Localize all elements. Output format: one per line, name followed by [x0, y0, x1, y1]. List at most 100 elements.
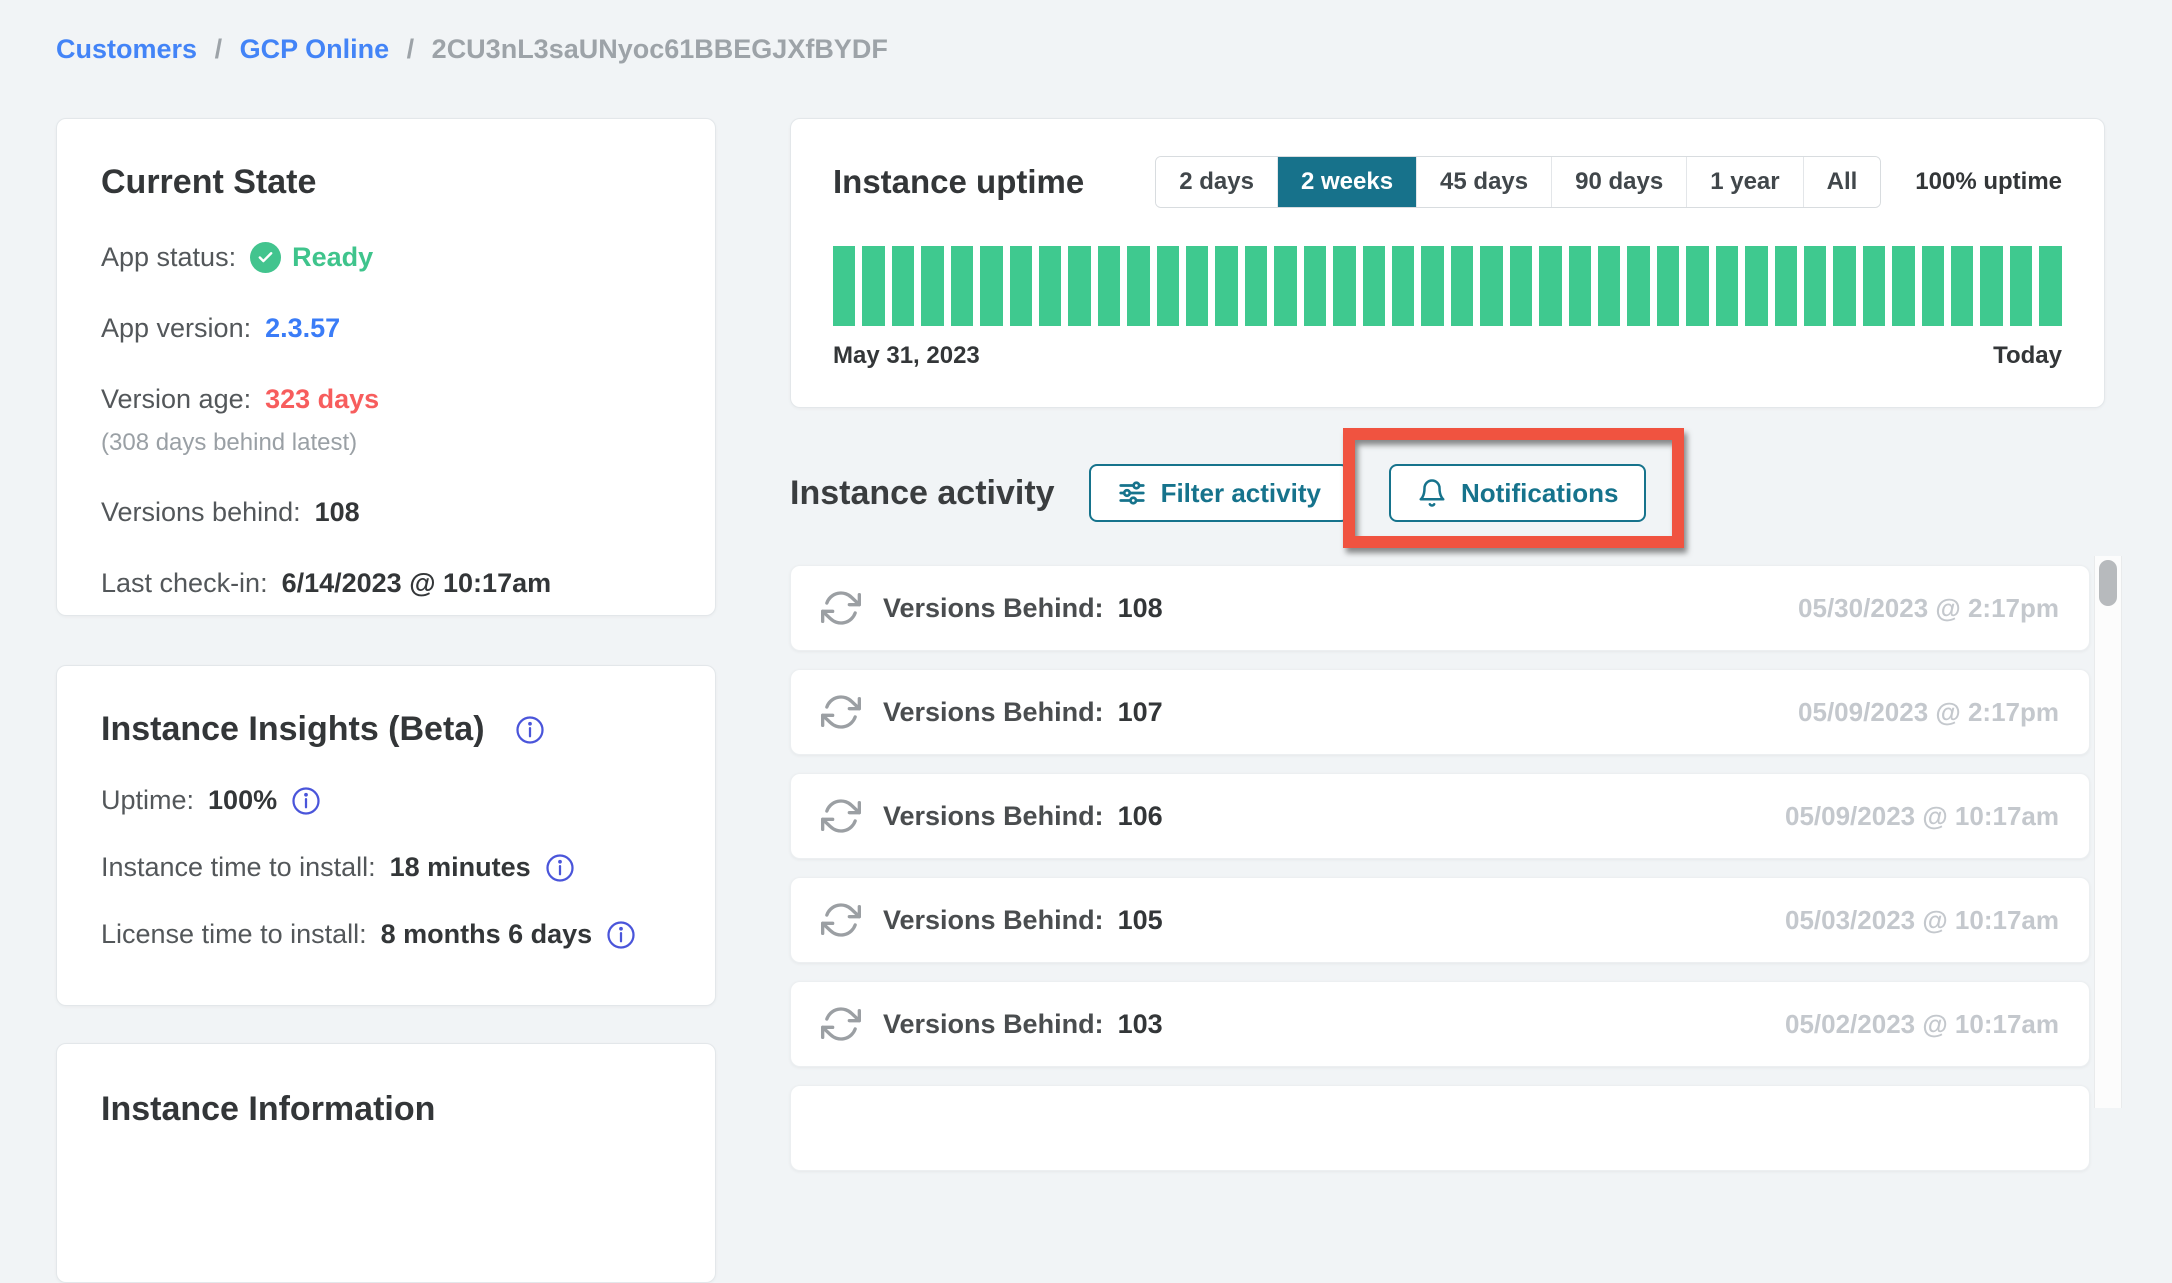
row-value: 107 [1118, 697, 1163, 728]
refresh-icon [821, 796, 861, 836]
current-state-card: Current State App status: Ready App vers… [56, 118, 716, 616]
uptime-bar [1716, 246, 1738, 326]
current-state-title: Current State [101, 163, 671, 202]
uptime-summary: 100% uptime [1915, 168, 2062, 196]
uptime-bar [1480, 246, 1502, 326]
list-item: Versions Behind: 105 05/03/2023 @ 10:17a… [790, 877, 2090, 963]
row-label: Versions Behind: [883, 905, 1104, 936]
notifications-button[interactable]: Notifications [1389, 464, 1646, 522]
sliders-icon [1117, 478, 1147, 508]
activity-scrollbar-thumb[interactable] [2099, 560, 2117, 606]
list-item: Versions Behind: 108 05/30/2023 @ 2:17pm [790, 565, 2090, 651]
instance-information-title: Instance Information [101, 1090, 671, 1129]
uptime-bar [1215, 246, 1237, 326]
uptime-bar [1068, 246, 1090, 326]
uptime-end-label: Today [1993, 342, 2062, 370]
uptime-bar [951, 246, 973, 326]
uptime-bar [1333, 246, 1355, 326]
uptime-bar [1686, 246, 1708, 326]
range-button-2-days[interactable]: 2 days [1156, 157, 1277, 207]
versions-behind-value: 108 [315, 497, 360, 528]
instance-information-card: Instance Information [56, 1043, 716, 1283]
instance-activity-header: Instance activity Filter activity Notifi… [790, 462, 1646, 524]
breadcrumb-instance-id: 2CU3nL3saUNyoc61BBEGJXfBYDF [432, 34, 888, 64]
instance-insights-title-row: Instance Insights (Beta) [101, 710, 671, 749]
last-checkin-row: Last check-in: 6/14/2023 @ 10:17am [101, 568, 671, 599]
instance-install-value: 18 minutes [390, 852, 531, 883]
uptime-bar [1157, 246, 1179, 326]
list-item: Versions Behind: 106 05/09/2023 @ 10:17a… [790, 773, 2090, 859]
app-status-value: Ready [292, 242, 373, 273]
uptime-header: Instance uptime 2 days 2 weeks 45 days 9… [833, 156, 2062, 208]
filter-activity-button[interactable]: Filter activity [1089, 464, 1349, 522]
breadcrumb-customers-link[interactable]: Customers [56, 34, 197, 64]
uptime-bar [1657, 246, 1679, 326]
uptime-bar [1951, 246, 1973, 326]
range-button-all[interactable]: All [1803, 157, 1881, 207]
uptime-bar [921, 246, 943, 326]
uptime-bar [1892, 246, 1914, 326]
uptime-bar [1569, 246, 1591, 326]
app-version-row: App version: 2.3.57 [101, 313, 671, 344]
range-button-45-days[interactable]: 45 days [1416, 157, 1551, 207]
uptime-title: Instance uptime [833, 163, 1084, 201]
info-icon[interactable] [606, 920, 636, 950]
uptime-start-label: May 31, 2023 [833, 342, 980, 370]
instance-activity-list: Versions Behind: 108 05/30/2023 @ 2:17pm… [790, 565, 2090, 1189]
breadcrumb-separator: / [407, 34, 415, 64]
activity-scrollbar-track[interactable] [2094, 556, 2122, 1108]
uptime-bar [1392, 246, 1414, 326]
last-checkin-label: Last check-in: [101, 568, 268, 599]
breadcrumb-customer-link[interactable]: GCP Online [240, 34, 390, 64]
uptime-bar [1245, 246, 1267, 326]
version-age-value: 323 days [265, 384, 379, 415]
range-button-1-year[interactable]: 1 year [1686, 157, 1802, 207]
uptime-bar [1010, 246, 1032, 326]
range-button-90-days[interactable]: 90 days [1551, 157, 1686, 207]
instance-install-label: Instance time to install: [101, 852, 376, 883]
uptime-bar [892, 246, 914, 326]
notifications-label: Notifications [1461, 478, 1618, 509]
instance-install-row: Instance time to install: 18 minutes [101, 852, 671, 883]
uptime-bar [1510, 246, 1532, 326]
uptime-bar [1304, 246, 1326, 326]
row-value: 108 [1118, 593, 1163, 624]
uptime-bar [1598, 246, 1620, 326]
instance-insights-card: Instance Insights (Beta) Uptime: 100% In… [56, 665, 716, 1006]
uptime-bar [2039, 246, 2061, 326]
info-icon[interactable] [545, 853, 575, 883]
license-install-label: License time to install: [101, 919, 367, 950]
row-label: Versions Behind: [883, 593, 1104, 624]
list-item-partial [790, 1085, 2090, 1171]
list-item: Versions Behind: 107 05/09/2023 @ 2:17pm [790, 669, 2090, 755]
info-icon[interactable] [515, 715, 545, 745]
uptime-bar [1775, 246, 1797, 326]
uptime-bar [1274, 246, 1296, 326]
breadcrumb: Customers / GCP Online / 2CU3nL3saUNyoc6… [56, 34, 888, 65]
uptime-bar [1539, 246, 1561, 326]
app-version-label: App version: [101, 313, 251, 344]
app-status-row: App status: Ready [101, 242, 671, 273]
refresh-icon [821, 1004, 861, 1044]
license-install-row: License time to install: 8 months 6 days [101, 919, 671, 950]
row-value: 106 [1118, 801, 1163, 832]
uptime-bar [1863, 246, 1885, 326]
uptime-bar [1980, 246, 2002, 326]
info-icon[interactable] [291, 786, 321, 816]
version-age-note: (308 days behind latest) [101, 429, 671, 457]
uptime-axis-labels: May 31, 2023 Today [833, 342, 2062, 370]
uptime-range-group: 2 days 2 weeks 45 days 90 days 1 year Al… [1155, 156, 1881, 208]
uptime-bar [833, 246, 855, 326]
uptime-bars [833, 246, 2062, 326]
instance-insights-title: Instance Insights (Beta) [101, 710, 485, 749]
app-version-value[interactable]: 2.3.57 [265, 313, 340, 344]
uptime-bar [1421, 246, 1443, 326]
list-item: Versions Behind: 103 05/02/2023 @ 10:17a… [790, 981, 2090, 1067]
uptime-row: Uptime: 100% [101, 785, 671, 816]
range-button-2-weeks[interactable]: 2 weeks [1277, 157, 1416, 207]
uptime-bar [1804, 246, 1826, 326]
uptime-bar [1127, 246, 1149, 326]
instance-activity-title: Instance activity [790, 474, 1055, 513]
row-label: Versions Behind: [883, 1009, 1104, 1040]
uptime-bar [1833, 246, 1855, 326]
